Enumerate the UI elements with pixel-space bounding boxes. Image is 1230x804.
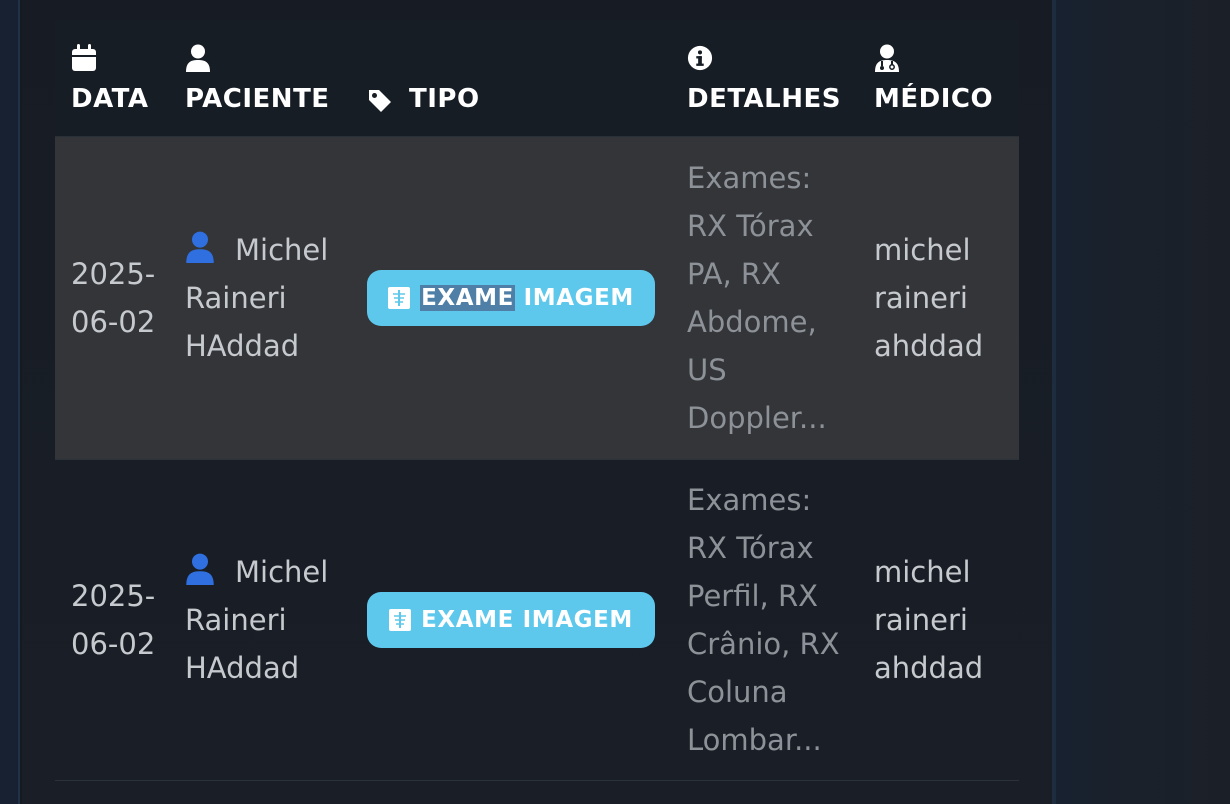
details-line: Exames: [687,483,812,517]
details-line: PA, RX [687,257,781,291]
exam-type-word: EXAME [420,285,515,311]
patient-name: Raineri [185,603,287,637]
table-header: DATA PACIENTE TIPO DETALHES MÉDICO [55,20,1019,137]
exam-type-label: EXAME IMAGEM [421,607,633,633]
x-ray-icon [388,287,411,309]
column-header-label: MÉDICO [874,84,994,114]
details-line: Coluna [687,675,788,709]
details-line: Perfil, RX [687,579,818,613]
user-doctor-icon [875,44,899,72]
patient-name-line: Michel [185,226,355,274]
patient-name: Michel [235,233,329,267]
info-circle-icon [687,45,713,71]
details-cell: Exames: RX Tórax PA, RX Abdome, US Doppl… [687,154,857,442]
user-icon [186,553,214,585]
left-backdrop [0,0,20,804]
tag-icon [369,90,391,112]
details-line: Abdome, [687,305,817,339]
date-text: 06-02 [71,627,156,661]
exam-type-word: EXAME [421,607,514,633]
details-line: Doppler... [687,401,827,435]
details-line: Crânio, RX [687,627,840,661]
details-line: US [687,353,727,387]
x-ray-icon [389,609,412,631]
table-row[interactable]: 2025- 06-02 Michel Raineri HAddad EXAME … [55,137,1019,460]
details-line: RX Tórax [687,531,814,565]
user-icon [186,231,214,263]
details-line: RX Tórax [687,209,814,243]
doctor-name: ahddad [874,329,984,363]
column-header-label: DATA [71,84,149,114]
column-header-label: TIPO [409,84,480,114]
doctor-name: raineri [874,603,968,637]
doctor-name: michel [874,233,971,267]
patient-cell: Michel Raineri HAddad [185,548,355,692]
patient-name: HAddad [185,329,300,363]
right-backdrop [1052,0,1230,804]
doctor-name: ahddad [874,651,984,685]
doctor-cell: michel raineri ahddad [874,548,1014,692]
exam-type-label: EXAME IMAGEM [420,285,634,311]
date-text: 06-02 [71,305,156,339]
calendar-icon [72,44,96,71]
patient-name: HAddad [185,651,300,685]
patient-cell: Michel Raineri HAddad [185,226,355,370]
doctor-name: michel [874,555,971,589]
doctor-cell: michel raineri ahddad [874,226,1014,370]
date-cell: 2025- 06-02 [71,572,171,668]
column-header-label: DETALHES [687,84,841,114]
date-text: 2025- [71,579,156,613]
patient-name-line: Michel [185,548,355,596]
exam-type-word: IMAGEM [523,285,634,311]
exams-table: DATA PACIENTE TIPO DETALHES MÉDICO 2025-… [55,20,1019,781]
patient-name: Michel [235,555,329,589]
exam-type-badge[interactable]: EXAME IMAGEM [367,592,655,648]
column-header-label: PACIENTE [185,84,330,114]
details-line: Exames: [687,161,812,195]
table-row[interactable]: 2025- 06-02 Michel Raineri HAddad EXAME … [55,460,1019,781]
patient-name: Raineri [185,281,287,315]
exam-type-word: IMAGEM [522,607,633,633]
date-cell: 2025- 06-02 [71,250,171,346]
date-text: 2025- [71,257,156,291]
details-line: Lombar... [687,723,822,757]
user-icon [186,44,210,72]
doctor-name: raineri [874,281,968,315]
exam-type-badge[interactable]: EXAME IMAGEM [367,270,655,326]
details-cell: Exames: RX Tórax Perfil, RX Crânio, RX C… [687,476,857,764]
